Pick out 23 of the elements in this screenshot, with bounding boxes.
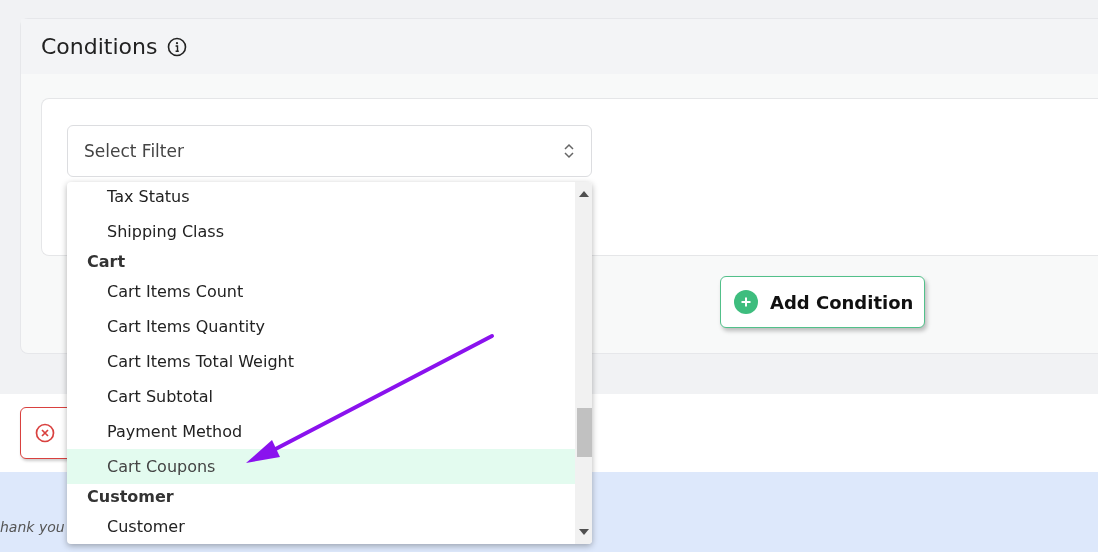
dropdown-option[interactable]: Cart Coupons xyxy=(67,449,575,484)
dropdown-option[interactable]: Shipping Class xyxy=(67,214,575,249)
dropdown-option[interactable]: Cart Items Count xyxy=(67,274,575,309)
group-label: Cart xyxy=(86,251,127,273)
scroll-down-icon[interactable] xyxy=(579,529,589,535)
scroll-up-icon[interactable] xyxy=(579,191,589,197)
dropdown-option[interactable]: Payment Method xyxy=(67,414,575,449)
filter-select[interactable]: Select Filter xyxy=(67,125,592,177)
info-icon[interactable] xyxy=(167,36,188,57)
dropdown-option[interactable]: Customer xyxy=(67,509,575,544)
panel-title: Conditions xyxy=(41,34,158,59)
footer-text: hank you xyxy=(0,519,65,535)
add-condition-button[interactable]: Add Condition xyxy=(720,276,926,328)
dropdown-option[interactable]: Tax Status xyxy=(67,182,575,214)
dropdown-option[interactable]: Cart Items Total Weight xyxy=(67,344,575,379)
scrollbar-thumb[interactable] xyxy=(577,408,592,457)
dropdown-option[interactable]: Cart Items Quantity xyxy=(67,309,575,344)
group-label: Customer xyxy=(86,486,175,508)
dropdown-option[interactable]: Cart Subtotal xyxy=(67,379,575,414)
plus-icon xyxy=(734,290,758,314)
scrollbar[interactable] xyxy=(575,182,592,544)
chevron-icon xyxy=(563,141,575,161)
close-circle-icon xyxy=(35,423,55,443)
